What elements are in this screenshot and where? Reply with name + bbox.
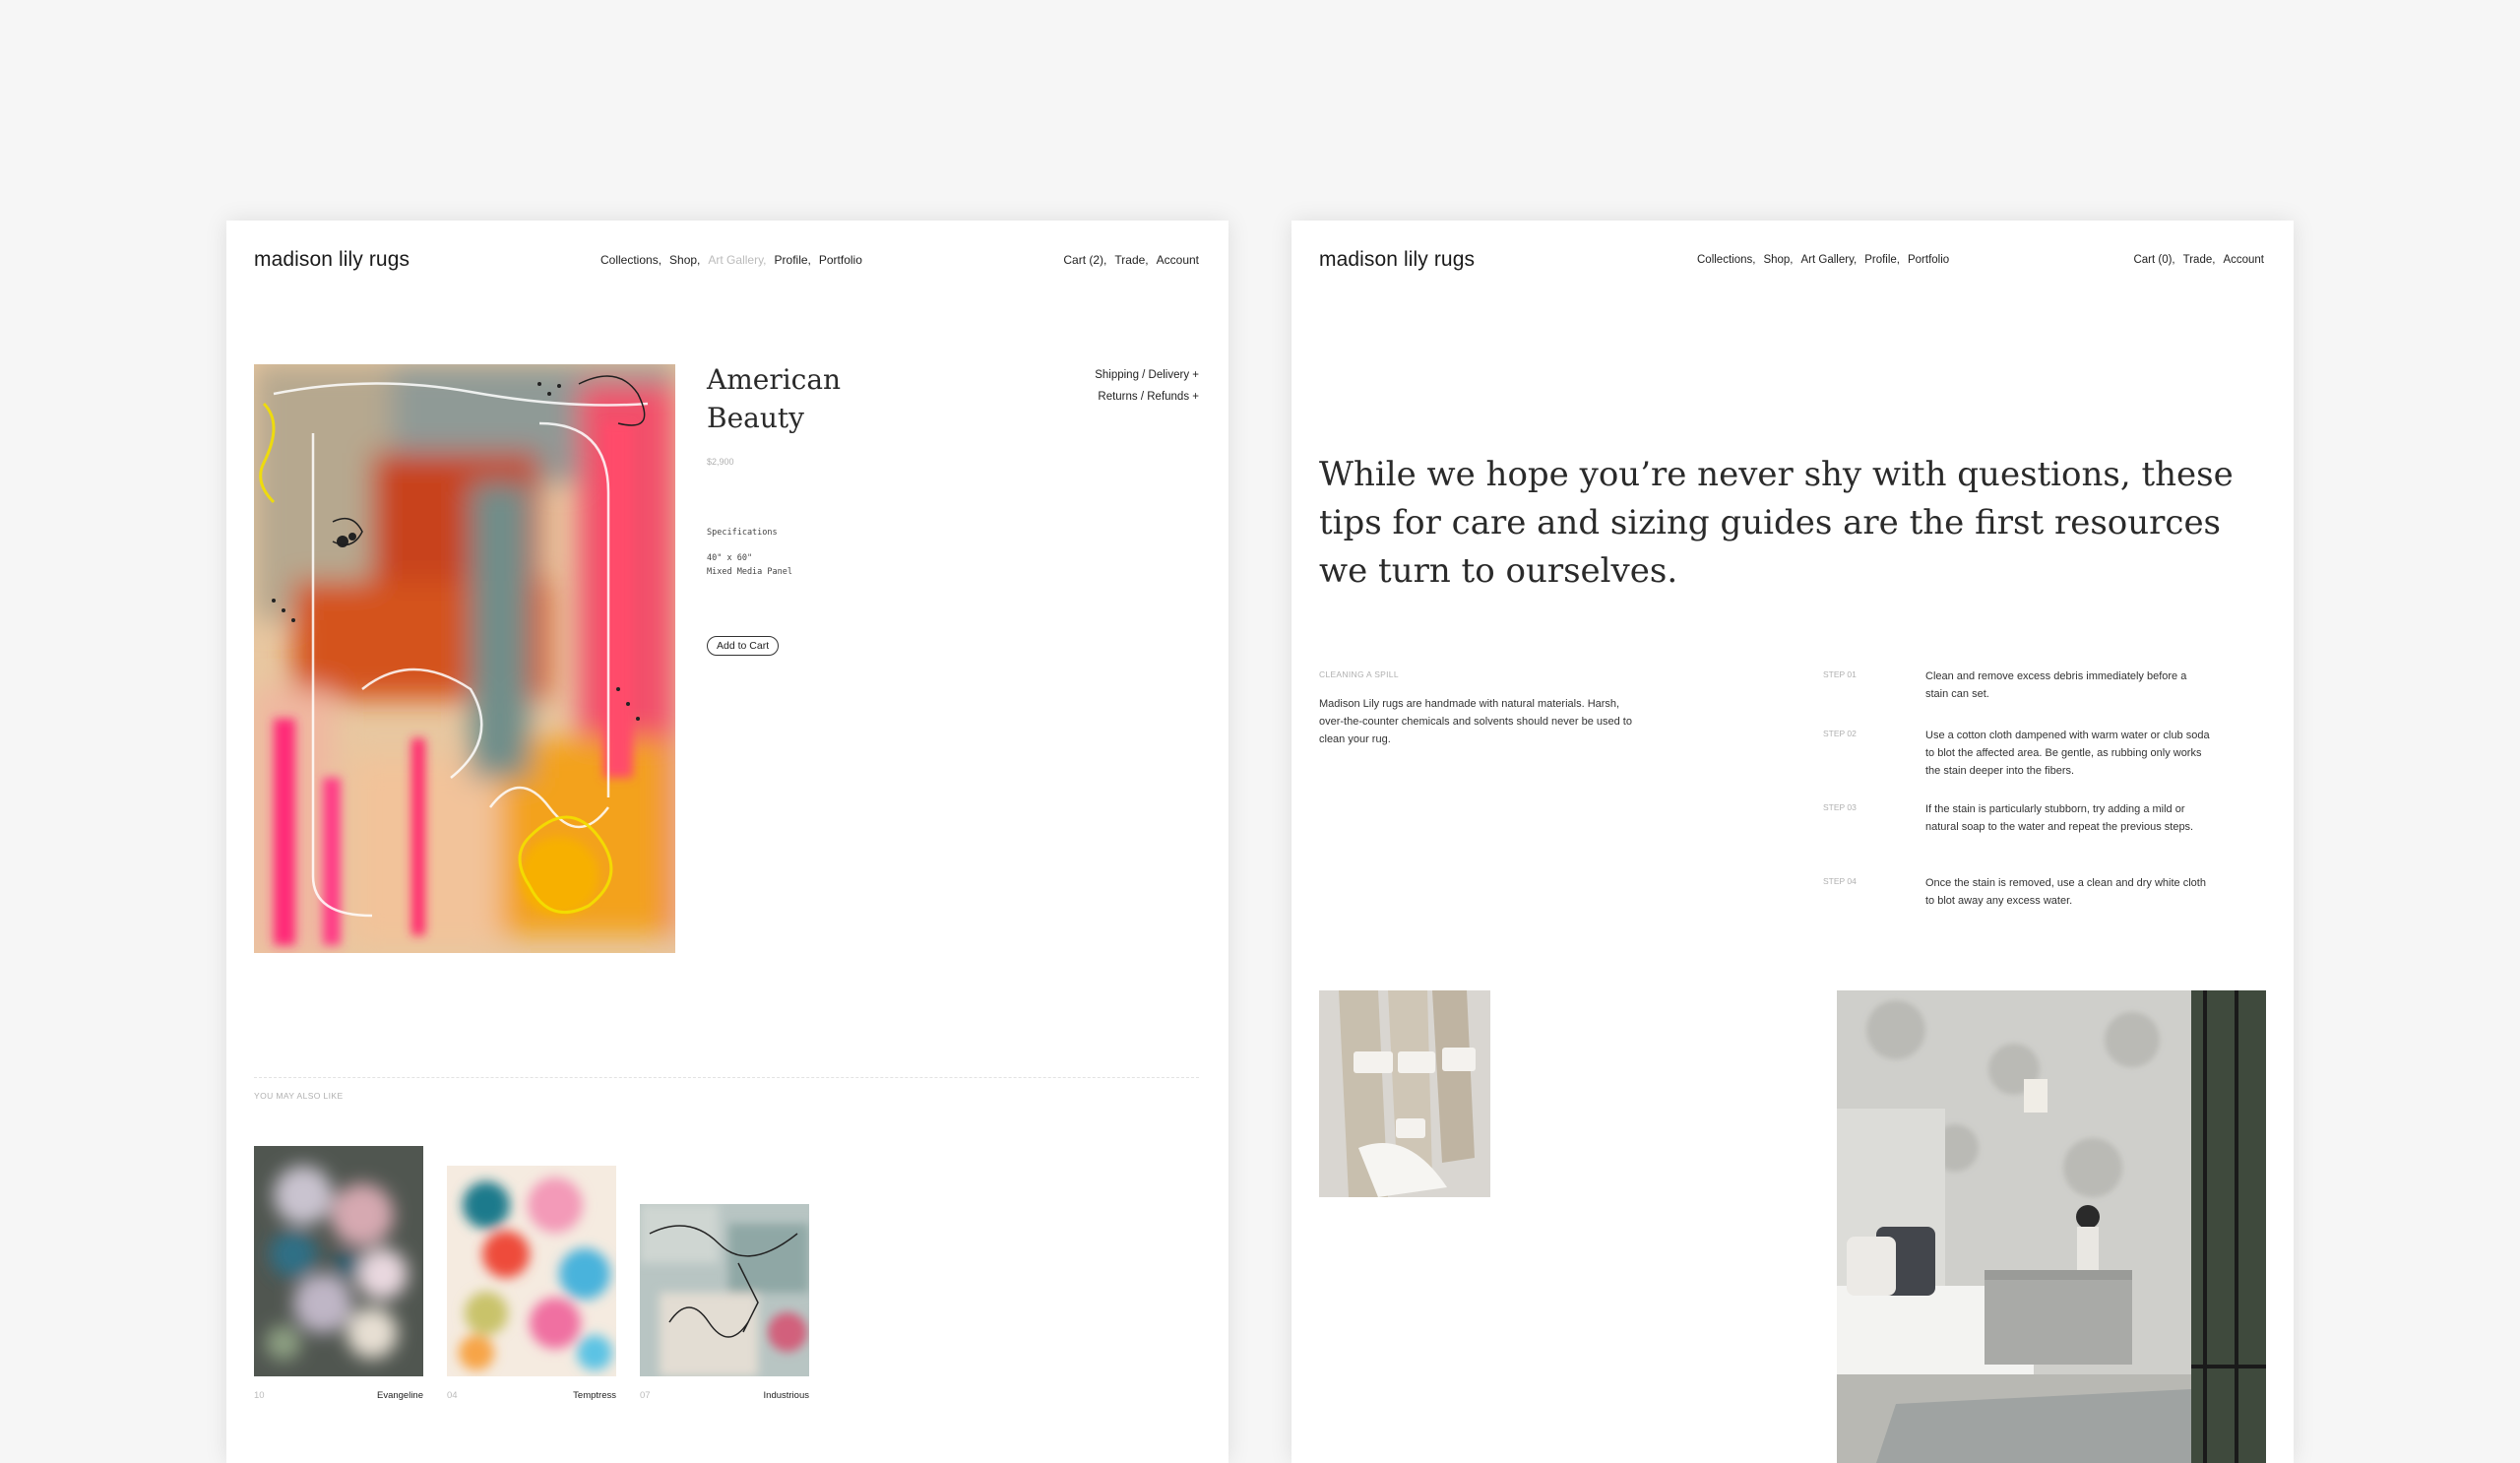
- nav-cart[interactable]: Cart (0),: [2133, 254, 2174, 266]
- related-caption-industrious: 07 Industrious: [640, 1390, 809, 1401]
- account-nav: Cart (0), Trade, Account: [2133, 254, 2264, 266]
- step-text: If the stain is particularly stubborn, t…: [1925, 803, 2194, 833]
- nav-art-gallery[interactable]: Art Gallery,: [708, 253, 766, 267]
- site-header: madison lily rugs Collections, Shop, Art…: [254, 242, 1199, 278]
- related-name[interactable]: Industrious: [764, 1390, 809, 1401]
- nav-collections[interactable]: Collections,: [600, 253, 662, 267]
- related-caption-evangeline: 10 Evangeline: [254, 1390, 423, 1401]
- nav-profile[interactable]: Profile,: [1864, 254, 1900, 266]
- nav-trade[interactable]: Trade,: [1114, 253, 1148, 267]
- site-logo[interactable]: madison lily rugs: [1319, 248, 1475, 272]
- step-label: STEP 03: [1823, 802, 1857, 812]
- care-section-heading: CLEANING A SPILL: [1319, 669, 1399, 679]
- nav-account[interactable]: Account: [1157, 253, 1199, 267]
- product-artwork-image: [254, 364, 675, 953]
- section-divider: [254, 1077, 1199, 1078]
- care-guide-page-panel: madison lily rugs Collections, Shop, Art…: [1292, 221, 2294, 1463]
- nav-shop[interactable]: Shop,: [1763, 254, 1793, 266]
- nav-portfolio[interactable]: Portfolio: [1908, 254, 1949, 266]
- main-nav: Collections, Shop, Art Gallery, Profile,…: [600, 253, 862, 267]
- nav-profile[interactable]: Profile,: [775, 253, 811, 267]
- yarn-samples-image: [1319, 990, 1490, 1197]
- product-price: $2,900: [707, 457, 734, 467]
- main-nav: Collections, Shop, Art Gallery, Profile,…: [1697, 254, 1949, 266]
- product-title-line-2: Beauty: [707, 402, 804, 434]
- related-number: 10: [254, 1390, 265, 1401]
- site-header: madison lily rugs Collections, Shop, Art…: [1319, 242, 2264, 278]
- step-text: Clean and remove excess debris immediate…: [1925, 670, 2187, 700]
- product-page-panel: madison lily rugs Collections, Shop, Art…: [226, 221, 1228, 1463]
- add-to-cart-button[interactable]: Add to Cart: [707, 636, 780, 656]
- care-section-text: Madison Lily rugs are handmade with natu…: [1319, 698, 1632, 745]
- site-logo[interactable]: madison lily rugs: [254, 248, 410, 272]
- care-intro-text: While we hope you’re never shy with ques…: [1319, 455, 2234, 591]
- spec-medium: Mixed Media Panel: [707, 567, 792, 577]
- specifications-list: 40" x 60" Mixed Media Panel: [707, 551, 792, 579]
- nav-collections[interactable]: Collections,: [1697, 254, 1755, 266]
- product-info-links: Shipping / Delivery + Returns / Refunds …: [1095, 364, 1199, 408]
- account-nav: Cart (2), Trade, Account: [1063, 253, 1199, 267]
- related-caption-temptress: 04 Temptress: [447, 1390, 616, 1401]
- related-thumb-temptress[interactable]: [447, 1166, 616, 1376]
- step-text: Use a cotton cloth dampened with warm wa…: [1925, 730, 2210, 777]
- related-number: 07: [640, 1390, 651, 1401]
- specifications-heading: Specifications: [707, 528, 778, 538]
- related-name[interactable]: Evangeline: [377, 1390, 423, 1401]
- product-title: American Beauty: [707, 360, 923, 437]
- shipping-delivery-toggle[interactable]: Shipping / Delivery +: [1095, 364, 1199, 386]
- nav-account[interactable]: Account: [2223, 254, 2264, 266]
- step-label: STEP 04: [1823, 876, 1857, 886]
- related-name[interactable]: Temptress: [573, 1390, 616, 1401]
- related-thumb-industrious[interactable]: [640, 1204, 809, 1376]
- step-label: STEP 02: [1823, 729, 1857, 738]
- related-number: 04: [447, 1390, 458, 1401]
- product-title-line-1: American: [707, 363, 842, 396]
- related-thumb-evangeline[interactable]: [254, 1146, 423, 1376]
- bedroom-interior-image: [1837, 990, 2266, 1463]
- spec-size: 40" x 60": [707, 553, 753, 563]
- nav-shop[interactable]: Shop,: [669, 253, 700, 267]
- nav-cart[interactable]: Cart (2),: [1063, 253, 1106, 267]
- nav-portfolio[interactable]: Portfolio: [819, 253, 862, 267]
- nav-art-gallery[interactable]: Art Gallery,: [1801, 254, 1858, 266]
- step-label: STEP 01: [1823, 669, 1857, 679]
- related-heading: YOU MAY ALSO LIKE: [254, 1091, 344, 1101]
- nav-trade[interactable]: Trade,: [2183, 254, 2216, 266]
- returns-refunds-toggle[interactable]: Returns / Refunds +: [1095, 386, 1199, 408]
- step-text: Once the stain is removed, use a clean a…: [1925, 877, 2206, 907]
